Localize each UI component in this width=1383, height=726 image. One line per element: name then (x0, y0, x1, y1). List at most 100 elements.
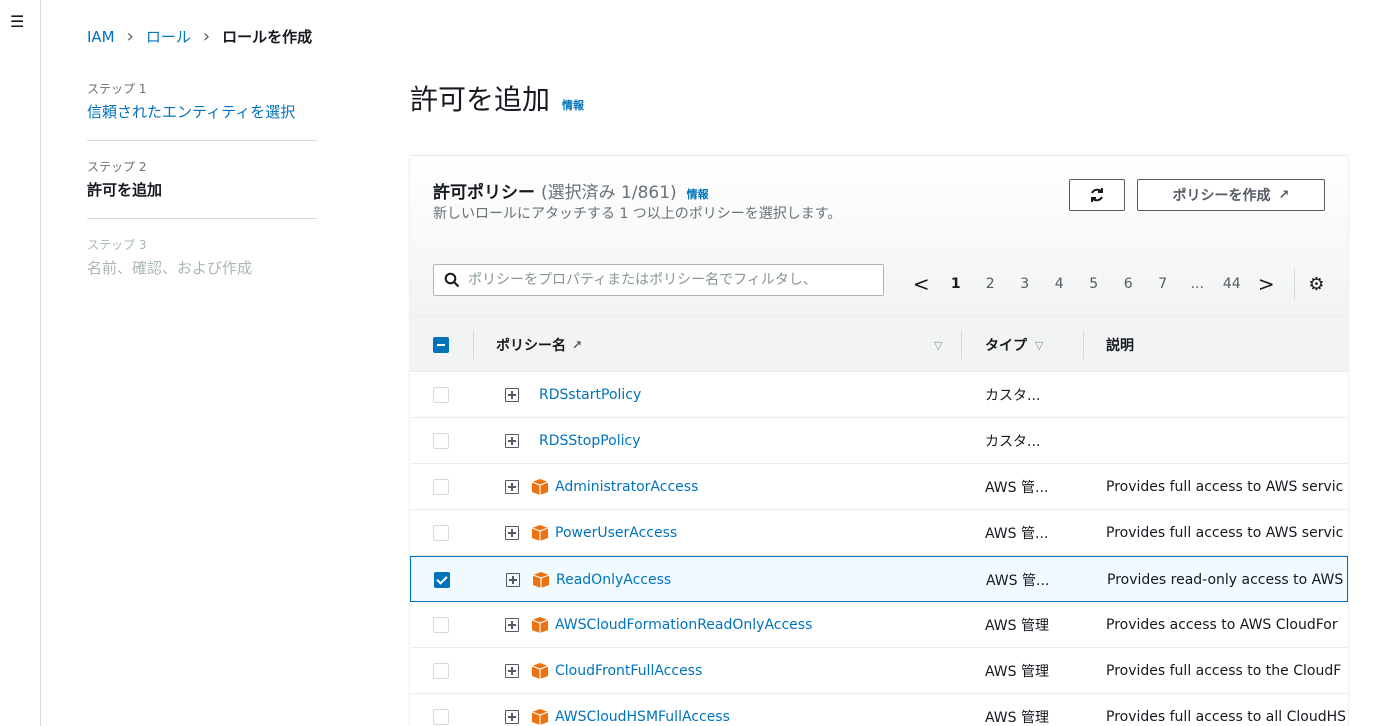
panel-header: 許可ポリシー (選択済み 1/861) 情報 新しいロールにアタッチする 1 つ… (410, 156, 1348, 316)
breadcrumb-iam[interactable]: IAM (87, 28, 115, 46)
row-checkbox[interactable] (433, 433, 449, 449)
aws-managed-icon (531, 663, 549, 679)
table-row[interactable]: RDSStopPolicy カスタ... (410, 418, 1348, 464)
row-select[interactable] (433, 694, 449, 726)
policy-name-link[interactable]: RDSstartPolicy (539, 387, 641, 403)
column-header-name[interactable]: ポリシー名 ↗ (496, 317, 582, 373)
expand-icon[interactable] (505, 480, 519, 494)
step-3: ステップ 3 名前、確認、および作成 (87, 236, 317, 296)
row-select[interactable] (433, 418, 449, 464)
next-page-button[interactable]: > (1249, 272, 1284, 296)
hamburger-icon[interactable]: ☰ (10, 14, 24, 30)
policy-type: カスタ... (985, 434, 1041, 450)
table-row[interactable]: AWSCloudHSMFullAccess AWS 管理 Provides full… (410, 694, 1348, 726)
column-divider (473, 331, 474, 359)
refresh-icon (1091, 188, 1103, 202)
pager-divider (1293, 268, 1295, 300)
row-checkbox[interactable] (433, 387, 449, 403)
column-description-label: 説明 (1106, 338, 1134, 354)
expand-icon[interactable] (506, 573, 520, 587)
gear-icon[interactable]: ⚙ (1305, 274, 1329, 295)
external-link-icon: ↗ (1278, 187, 1290, 203)
page-6[interactable]: 6 (1111, 276, 1146, 292)
policy-name-link[interactable]: ReadOnlyAccess (556, 572, 671, 588)
select-all-checkbox[interactable] (433, 337, 449, 353)
expand-icon[interactable] (505, 664, 519, 678)
expand-icon[interactable] (505, 618, 519, 632)
policy-search[interactable] (433, 264, 884, 296)
row-checkbox[interactable] (433, 525, 449, 541)
page-1[interactable]: 1 (939, 276, 974, 292)
expand-icon[interactable] (505, 710, 519, 724)
search-input[interactable] (468, 272, 868, 288)
external-link-icon: ↗ (572, 338, 583, 352)
policy-type: AWS 管... (986, 573, 1050, 589)
step-number: ステップ 2 (87, 160, 147, 174)
step-2: ステップ 2 許可を追加 (87, 158, 317, 219)
policy-name-cell: AdministratorAccess (505, 464, 698, 510)
page-44[interactable]: 44 (1215, 276, 1250, 292)
row-checkbox[interactable] (433, 709, 449, 725)
row-checkbox[interactable] (433, 663, 449, 679)
column-name-label: ポリシー名 (496, 338, 566, 354)
step-2-title: 許可を追加 (87, 181, 163, 199)
pagination: < 1 2 3 4 5 6 7 ... 44 > ⚙ (904, 268, 1329, 300)
info-link[interactable]: 情報 (562, 97, 584, 113)
nav-divider (40, 0, 41, 726)
row-select[interactable] (434, 557, 450, 603)
refresh-button[interactable] (1069, 179, 1125, 211)
row-select[interactable] (433, 602, 449, 648)
select-all[interactable] (433, 317, 449, 373)
prev-page-button[interactable]: < (904, 272, 939, 296)
policy-description: Provides access to AWS CloudFor (1106, 617, 1338, 633)
page-3[interactable]: 3 (1008, 276, 1043, 292)
row-select[interactable] (433, 464, 449, 510)
expand-icon[interactable] (505, 526, 519, 540)
row-select[interactable] (433, 648, 449, 694)
table-row[interactable]: CloudFrontFullAccess AWS 管理 Provides full … (410, 648, 1348, 694)
policy-type: AWS 管理 (985, 664, 1049, 680)
sort-caret-icon[interactable]: ▽ (926, 317, 942, 373)
policy-type: AWS 管... (985, 480, 1049, 496)
policy-description: Provides full access to the CloudF (1106, 663, 1342, 679)
selection-count: (選択済み 1/861) (541, 183, 677, 203)
chevron-right-icon: › (202, 26, 211, 47)
column-header-type[interactable]: タイプ ▽ (985, 317, 1043, 373)
policy-name-cell: ReadOnlyAccess (506, 557, 671, 603)
table-row[interactable]: PowerUserAccess AWS 管... Provides full acc… (410, 510, 1348, 556)
aws-managed-icon (531, 479, 549, 495)
page-4[interactable]: 4 (1042, 276, 1077, 292)
row-select[interactable] (433, 510, 449, 556)
policy-name-link[interactable]: AdministratorAccess (555, 479, 698, 495)
table-row[interactable]: ReadOnlyAccess AWS 管... Provides read-only… (410, 556, 1348, 602)
row-checkbox[interactable] (433, 617, 449, 633)
policy-type: AWS 管理 (985, 618, 1049, 634)
table-row[interactable]: AWSCloudFormationReadOnlyAccess AWS 管理 Pro… (410, 602, 1348, 648)
policy-name-link[interactable]: AWSCloudHSMFullAccess (555, 709, 730, 725)
table-row[interactable]: AdministratorAccess AWS 管... Provides full… (410, 464, 1348, 510)
policy-name-link[interactable]: PowerUserAccess (555, 525, 677, 541)
policy-description: Provides read-only access to AWS (1107, 572, 1344, 588)
policy-name-link[interactable]: CloudFrontFullAccess (555, 663, 702, 679)
step-number: ステップ 1 (87, 82, 147, 96)
sort-caret-icon: ▽ (1035, 338, 1044, 352)
policy-name-link[interactable]: AWSCloudFormationReadOnlyAccess (555, 617, 812, 633)
row-checkbox[interactable] (434, 572, 450, 588)
breadcrumb-roles[interactable]: ロール (146, 26, 191, 47)
aws-managed-icon (531, 709, 549, 725)
page-5[interactable]: 5 (1077, 276, 1112, 292)
expand-icon[interactable] (505, 388, 519, 402)
table-row[interactable]: RDSstartPolicy カスタ... (410, 372, 1348, 418)
info-link[interactable]: 情報 (687, 186, 709, 202)
page-7[interactable]: 7 (1146, 276, 1181, 292)
step-1-link[interactable]: 信頼されたエンティティを選択 (87, 101, 317, 122)
row-checkbox[interactable] (433, 479, 449, 495)
table-body: RDSstartPolicy カスタ... RDSStopPolicy カスタ... A… (410, 372, 1348, 726)
expand-icon[interactable] (505, 434, 519, 448)
row-select[interactable] (433, 372, 449, 418)
policy-name-link[interactable]: RDSStopPolicy (539, 433, 641, 449)
create-policy-button[interactable]: ポリシーを作成 ↗ (1137, 179, 1325, 211)
policy-name-cell: AWSCloudHSMFullAccess (505, 694, 730, 726)
page-2[interactable]: 2 (973, 276, 1008, 292)
policy-name-cell: RDSstartPolicy (505, 372, 641, 418)
